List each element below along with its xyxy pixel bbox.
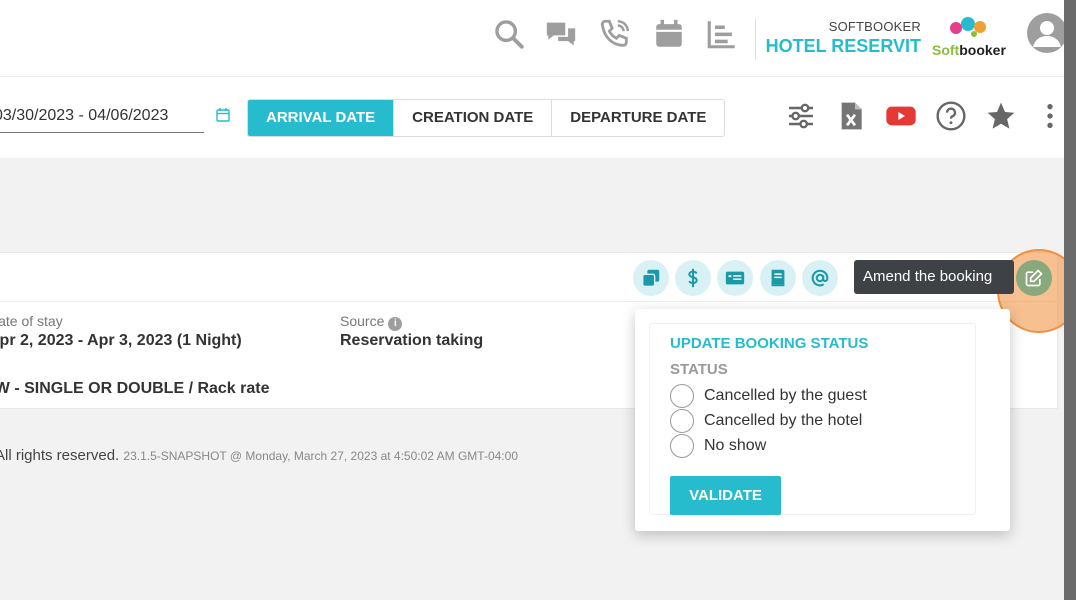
source-label-row: Source i xyxy=(340,313,403,331)
excel-icon[interactable] xyxy=(834,99,868,133)
copy-icon[interactable] xyxy=(633,260,669,296)
book-icon[interactable] xyxy=(760,260,796,296)
calendar-icon[interactable] xyxy=(215,107,231,123)
footer-rights: All rights reserved. xyxy=(0,447,120,464)
avatar[interactable] xyxy=(1027,13,1067,53)
date-range-value: 03/30/2023 - 04/06/2023 xyxy=(0,107,169,124)
arrival-date-button[interactable]: ARRIVAL DATE xyxy=(248,100,395,136)
status-label: STATUS xyxy=(670,361,728,378)
option-cancelled-by-hotel[interactable]: Cancelled by the hotel xyxy=(670,409,862,433)
scrollbar-thumb[interactable] xyxy=(1064,0,1076,600)
date-type-switch: ARRIVAL DATE CREATION DATE DEPARTURE DAT… xyxy=(247,99,726,137)
chat-icon[interactable] xyxy=(543,16,579,52)
softbooker-logo: Softbooker xyxy=(930,14,1010,60)
creation-date-button[interactable]: CREATION DATE xyxy=(394,100,553,136)
amend-booking-button[interactable] xyxy=(1016,260,1052,296)
source-value: Reservation taking xyxy=(340,332,484,349)
radio-button[interactable] xyxy=(670,434,694,458)
date-of-stay-value: Apr 2, 2023 - Apr 3, 2023 (1 Night) xyxy=(0,332,242,349)
option-cancelled-by-guest[interactable]: Cancelled by the guest xyxy=(670,384,867,408)
option-label: No show xyxy=(704,437,767,454)
source-label: Source xyxy=(340,313,385,329)
chart-icon[interactable] xyxy=(704,16,740,52)
logo-text-booker: booker xyxy=(959,42,1006,58)
footer: All rights reserved. 23.1.5-SNAPSHOT @ M… xyxy=(0,447,518,464)
more-icon[interactable] xyxy=(1033,99,1067,133)
star-icon[interactable] xyxy=(984,99,1018,133)
footer-version: 23.1.5-SNAPSHOT @ Monday, March 27, 2023… xyxy=(123,449,518,463)
validate-button[interactable]: VALIDATE xyxy=(670,476,781,515)
date-of-stay-label: Date of stay xyxy=(0,313,63,329)
radio-button[interactable] xyxy=(670,384,694,408)
brand-block: SOFTBOOKER HOTEL RESERVIT xyxy=(766,19,921,57)
logo-text-soft: Soft xyxy=(932,42,960,58)
radio-button[interactable] xyxy=(670,409,694,433)
brand-small: SOFTBOOKER xyxy=(828,19,921,34)
update-status-popup: UPDATE BOOKING STATUS STATUS Cancelled b… xyxy=(635,309,1010,531)
search-icon[interactable] xyxy=(491,16,527,52)
option-label: Cancelled by the guest xyxy=(704,387,867,404)
phone-icon[interactable] xyxy=(597,16,633,52)
help-icon[interactable] xyxy=(934,99,968,133)
amend-tooltip: Amend the booking xyxy=(854,260,1014,294)
email-icon[interactable] xyxy=(802,260,838,296)
header-divider xyxy=(755,18,756,60)
departure-date-button[interactable]: DEPARTURE DATE xyxy=(552,100,725,136)
edit-icon xyxy=(1025,269,1043,287)
info-icon[interactable]: i xyxy=(388,317,403,331)
top-bar: SOFTBOOKER HOTEL RESERVIT Softbooker xyxy=(0,0,1067,76)
tooltip-arrow xyxy=(998,276,1006,292)
popup-title: UPDATE BOOKING STATUS xyxy=(670,335,869,352)
option-no-show[interactable]: No show xyxy=(670,434,766,458)
youtube-icon[interactable] xyxy=(884,99,918,133)
room-rate-value: VIEW - SINGLE OR DOUBLE / Rack rate xyxy=(0,380,270,397)
hotel-name: HOTEL RESERVIT xyxy=(765,36,921,56)
popup-content: UPDATE BOOKING STATUS STATUS Cancelled b… xyxy=(649,323,976,515)
dollar-icon[interactable] xyxy=(675,260,711,296)
calendar-icon[interactable] xyxy=(651,16,687,52)
option-label: Cancelled by the hotel xyxy=(704,412,863,429)
sliders-icon[interactable] xyxy=(784,99,818,133)
payment-card-icon[interactable] xyxy=(717,260,753,296)
filter-toolbar: 03/30/2023 - 04/06/2023 ARRIVAL DATE CRE… xyxy=(0,76,1064,158)
date-range-input[interactable]: 03/30/2023 - 04/06/2023 xyxy=(0,105,204,133)
